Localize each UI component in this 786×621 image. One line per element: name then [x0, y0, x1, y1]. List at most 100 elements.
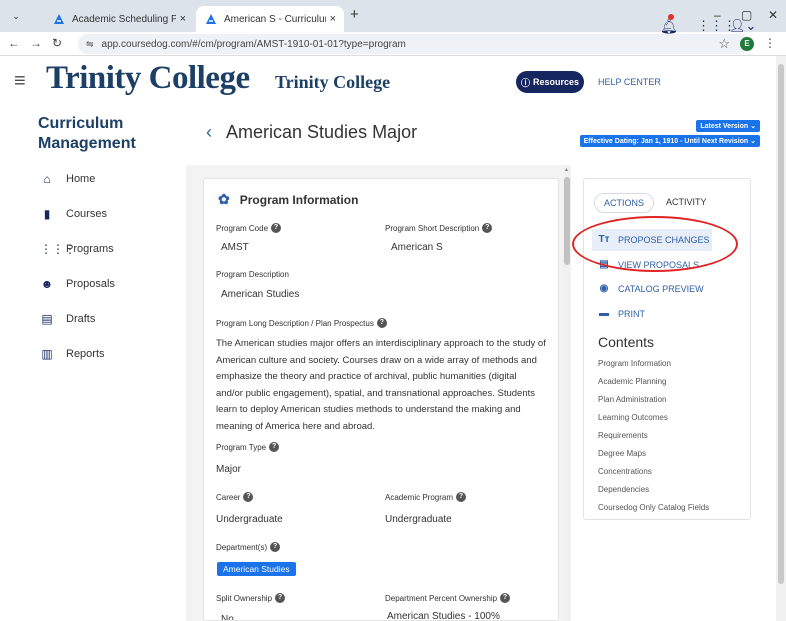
tab-search-icon[interactable]: ⌄: [8, 8, 24, 24]
forward-arrow-icon[interactable]: →: [30, 36, 42, 50]
sidebar-item-home[interactable]: ⌂ Home: [40, 172, 95, 186]
browser-menu-icon[interactable]: ⋮: [764, 36, 776, 50]
page-title: American Studies Major: [226, 122, 418, 142]
contents-link[interactable]: Academic Planning: [598, 377, 666, 386]
user-menu-icon[interactable]: 👤︎⌄: [729, 18, 756, 34]
url-text: app.coursedog.com/#/cm/program/AMST-1910…: [101, 38, 406, 50]
program-type-label: Program Type?: [216, 442, 280, 452]
sidebar-item-proposals[interactable]: ☻ Proposals: [40, 277, 115, 291]
help-icon[interactable]: ?: [270, 542, 281, 552]
card-header: ✿ Program Information: [218, 191, 358, 208]
long-description-value: The American studies major offers an int…: [216, 338, 546, 432]
hamburger-menu-icon[interactable]: ≡: [14, 70, 26, 93]
sidebar-item-label: Drafts: [66, 313, 96, 325]
page-scrollbar[interactable]: [776, 56, 786, 621]
long-description-label: Program Long Description / Plan Prospect…: [216, 318, 387, 328]
content-scrollbar[interactable]: ▲: [563, 165, 571, 621]
department-percent-value: American Studies - 100%: [387, 611, 500, 621]
card-title: Program Information: [239, 192, 359, 207]
scrollbar-thumb[interactable]: [564, 177, 570, 265]
notification-dot: [668, 14, 674, 20]
contents-heading: Contents: [598, 334, 655, 350]
sidebar-item-programs[interactable]: ⋮⋮⋮ Programs: [40, 242, 114, 256]
bookmark-star-icon[interactable]: ☆: [718, 36, 730, 52]
help-icon[interactable]: ?: [456, 492, 467, 502]
resources-button[interactable]: ⓘ Resources: [516, 71, 584, 93]
tab-title: American S - Curriculum | Cours: [224, 13, 326, 25]
new-tab-button[interactable]: +: [350, 6, 359, 23]
chart-icon: ▥: [41, 347, 53, 361]
reload-icon[interactable]: ↻: [52, 36, 62, 50]
scroll-up-arrow-icon[interactable]: ▲: [564, 167, 569, 173]
page-scrollbar-thumb[interactable]: [778, 64, 784, 584]
contents-link[interactable]: Coursedog Only Catalog Fields: [598, 503, 709, 512]
sidebar-item-courses[interactable]: ▮ Courses: [40, 207, 107, 221]
people-icon: ☻: [40, 277, 54, 291]
tab-actions[interactable]: ACTIONS: [594, 193, 654, 213]
help-center-link[interactable]: HELP CENTER: [598, 77, 661, 87]
contents-link[interactable]: Dependencies: [598, 485, 649, 494]
browser-tab[interactable]: Academic Scheduling Platform ×: [44, 6, 194, 32]
help-icon[interactable]: ?: [376, 318, 387, 328]
sidebar-item-drafts[interactable]: ▤ Drafts: [40, 312, 95, 326]
eye-icon: ◉: [599, 283, 609, 294]
help-icon[interactable]: ?: [275, 593, 286, 603]
site-info-icon[interactable]: ⇋: [86, 39, 94, 50]
program-type-value: Major: [216, 464, 242, 475]
short-description-label: Program Short Description?: [385, 223, 493, 233]
tab-close-icon[interactable]: ×: [180, 13, 186, 25]
contents-link[interactable]: Program Information: [598, 359, 671, 368]
academic-program-value: Undergraduate: [385, 514, 452, 525]
effective-dating-dropdown[interactable]: Effective Dating: Jan 1, 1910 - Until Ne…: [579, 135, 760, 147]
split-ownership-label: Split Ownership?: [216, 593, 286, 603]
departments-label: Department(s)?: [216, 542, 281, 552]
help-icon[interactable]: ?: [243, 492, 254, 502]
action-label: PRINT: [618, 308, 645, 319]
book-icon: ▮: [43, 207, 51, 221]
resources-label: Resources: [532, 77, 580, 87]
notification-bell-icon[interactable]: 🔔︎: [660, 18, 678, 35]
page-header: ‹ American Studies Major: [206, 122, 417, 143]
tab-activity[interactable]: ACTIVITY: [666, 197, 707, 207]
contents-link[interactable]: Requirements: [598, 431, 648, 440]
back-chevron-icon[interactable]: ‹: [206, 122, 212, 143]
contents-link[interactable]: Learning Outcomes: [598, 413, 668, 422]
version-dropdown[interactable]: Latest Version ⌄: [696, 120, 760, 132]
print-button[interactable]: ▬ PRINT: [598, 308, 645, 319]
tab-title: Academic Scheduling Platform: [72, 13, 176, 25]
program-description-label: Program Description: [216, 270, 289, 279]
close-window-button[interactable]: ✕: [768, 8, 778, 22]
program-code-label: Program Code?: [216, 223, 282, 233]
sidebar-item-label: Reports: [66, 348, 105, 360]
tab-close-icon[interactable]: ×: [330, 13, 336, 25]
academic-program-label: Academic Program?: [385, 492, 467, 502]
sidebar-item-reports[interactable]: ▥ Reports: [40, 347, 105, 361]
profile-avatar[interactable]: E: [740, 37, 754, 51]
coursedog-favicon-icon: [206, 14, 216, 24]
catalog-preview-button[interactable]: ◉ CATALOG PREVIEW: [598, 283, 704, 294]
help-icon[interactable]: ?: [271, 223, 282, 233]
sidebar-item-label: Home: [66, 173, 96, 185]
split-ownership-value: No: [221, 614, 234, 621]
sidebar-item-label: Courses: [66, 208, 107, 220]
action-label: CATALOG PREVIEW: [618, 283, 704, 294]
contents-link[interactable]: Plan Administration: [598, 395, 666, 404]
college-logo[interactable]: Trinity College: [46, 60, 250, 97]
document-icon: ▤: [41, 312, 53, 326]
coursedog-favicon-icon: [54, 14, 64, 24]
back-arrow-icon[interactable]: ←: [8, 36, 20, 50]
contents-link[interactable]: Concentrations: [598, 467, 652, 476]
app-header: ≡ Trinity College Trinity College ⓘ Reso…: [0, 56, 776, 108]
annotation-ellipse: [572, 216, 738, 272]
career-value: Undergraduate: [216, 514, 283, 525]
sidebar-item-label: Programs: [66, 243, 114, 255]
grid-icon: ⋮⋮⋮: [40, 242, 76, 256]
browser-tab-active[interactable]: American S - Curriculum | Cours ×: [196, 6, 344, 32]
program-description-value: American Studies: [221, 289, 300, 300]
help-icon[interactable]: ?: [269, 442, 280, 452]
contents-link[interactable]: Degree Maps: [598, 449, 646, 458]
department-chip[interactable]: American Studies: [217, 562, 296, 576]
help-icon[interactable]: ?: [482, 223, 493, 233]
help-icon[interactable]: ?: [500, 593, 511, 603]
url-input[interactable]: ⇋ app.coursedog.com/#/cm/program/AMST-19…: [78, 34, 748, 54]
